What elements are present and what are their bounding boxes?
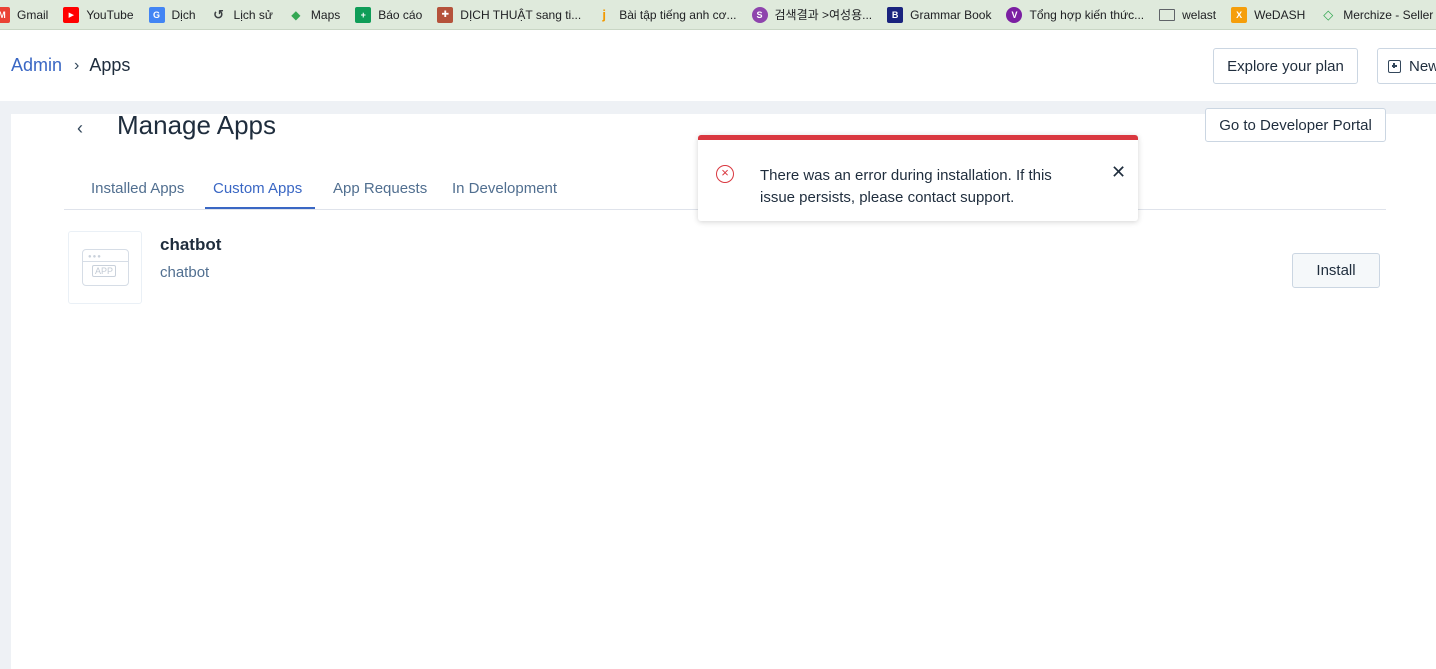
page-title: Manage Apps [117,110,277,140]
bookmarks-bar: MGmail ▶YouTube GDịch ↺Lịch sử ◆Maps +Bá… [0,0,1436,30]
window-dots: ●●● [88,254,102,260]
bookmark-gmail[interactable]: MGmail [0,6,48,23]
tab-app-requests[interactable]: App Requests [333,180,427,197]
bookmark-merchize[interactable]: ◇ Merchize - Seller [1320,7,1433,23]
ssg-icon: S [751,6,768,23]
error-circle-icon: × [716,165,734,183]
plus-square-icon [1388,59,1401,73]
explore-plan-button[interactable]: Explore your plan [1213,48,1358,84]
error-toast: × There was an error during installation… [698,135,1138,221]
j-icon: j [602,7,607,22]
new-button-label: New [1409,57,1436,75]
bookmark-bai-tap[interactable]: j Bài tập tiếng anh cơ... [596,7,736,23]
back-chevron-icon[interactable]: ‹ [77,118,83,139]
close-icon[interactable]: ✕ [1111,162,1126,183]
breadcrumb: Admin › Apps [11,55,130,76]
toast-message: There was an error during installation. … [760,167,1052,206]
new-button[interactable]: New [1377,48,1436,84]
left-gutter [0,114,11,669]
app-description: chatbot [160,264,210,281]
active-tab-indicator [205,207,315,209]
book-icon: B [887,6,904,23]
vtb-icon: V [1006,6,1023,23]
bookmark-youtube[interactable]: ▶ YouTube [63,6,134,23]
breadcrumb-current: Apps [89,55,131,75]
folder-icon [1159,8,1176,21]
breadcrumb-admin-link[interactable]: Admin [11,55,62,76]
youtube-icon: ▶ [63,6,80,23]
gmail-icon: M [0,6,10,23]
translate-icon: G [148,6,165,23]
tab-custom-apps[interactable]: Custom Apps [213,180,302,197]
bookmark-wedash[interactable]: X WeDASH [1231,6,1305,23]
tab-in-development[interactable]: In Development [452,180,557,197]
bookmark-grammar-book[interactable]: B Grammar Book [887,6,991,23]
bookmark-history[interactable]: ↺ Lịch sử [211,7,273,23]
install-button[interactable]: Install [1292,253,1380,288]
bookmark-ssg[interactable]: S 검색결과 >여성용... [751,6,872,23]
history-icon: ↺ [213,6,224,22]
maps-icon: ◆ [291,7,301,22]
crest-icon: ✚ [437,6,454,23]
bookmark-welast[interactable]: welast [1159,8,1216,22]
developer-portal-button[interactable]: Go to Developer Portal [1205,108,1386,142]
wedash-icon: X [1231,6,1248,23]
tab-installed-apps[interactable]: Installed Apps [91,180,184,197]
app-thumb-label: APP [92,265,117,277]
chevron-right-icon: › [74,56,80,74]
bookmark-maps[interactable]: ◆ Maps [288,7,340,23]
sheets-icon: + [355,6,372,23]
bookmark-bao-cao[interactable]: + Báo cáo [355,6,422,23]
bookmark-tong-hop[interactable]: V Tổng hợp kiến thức... [1006,6,1144,23]
bookmark-translate[interactable]: G Dịch [148,6,196,23]
top-header: Admin › Apps Explore your plan New [0,30,1436,101]
bookmark-dich-thuat[interactable]: ✚ DỊCH THUẬT sang ti... [437,6,581,23]
app-window-icon: ●●● APP [82,249,129,286]
app-name: chatbot [160,235,222,254]
merchize-icon: ◇ [1323,6,1334,22]
app-thumbnail: ●●● APP [68,231,142,304]
